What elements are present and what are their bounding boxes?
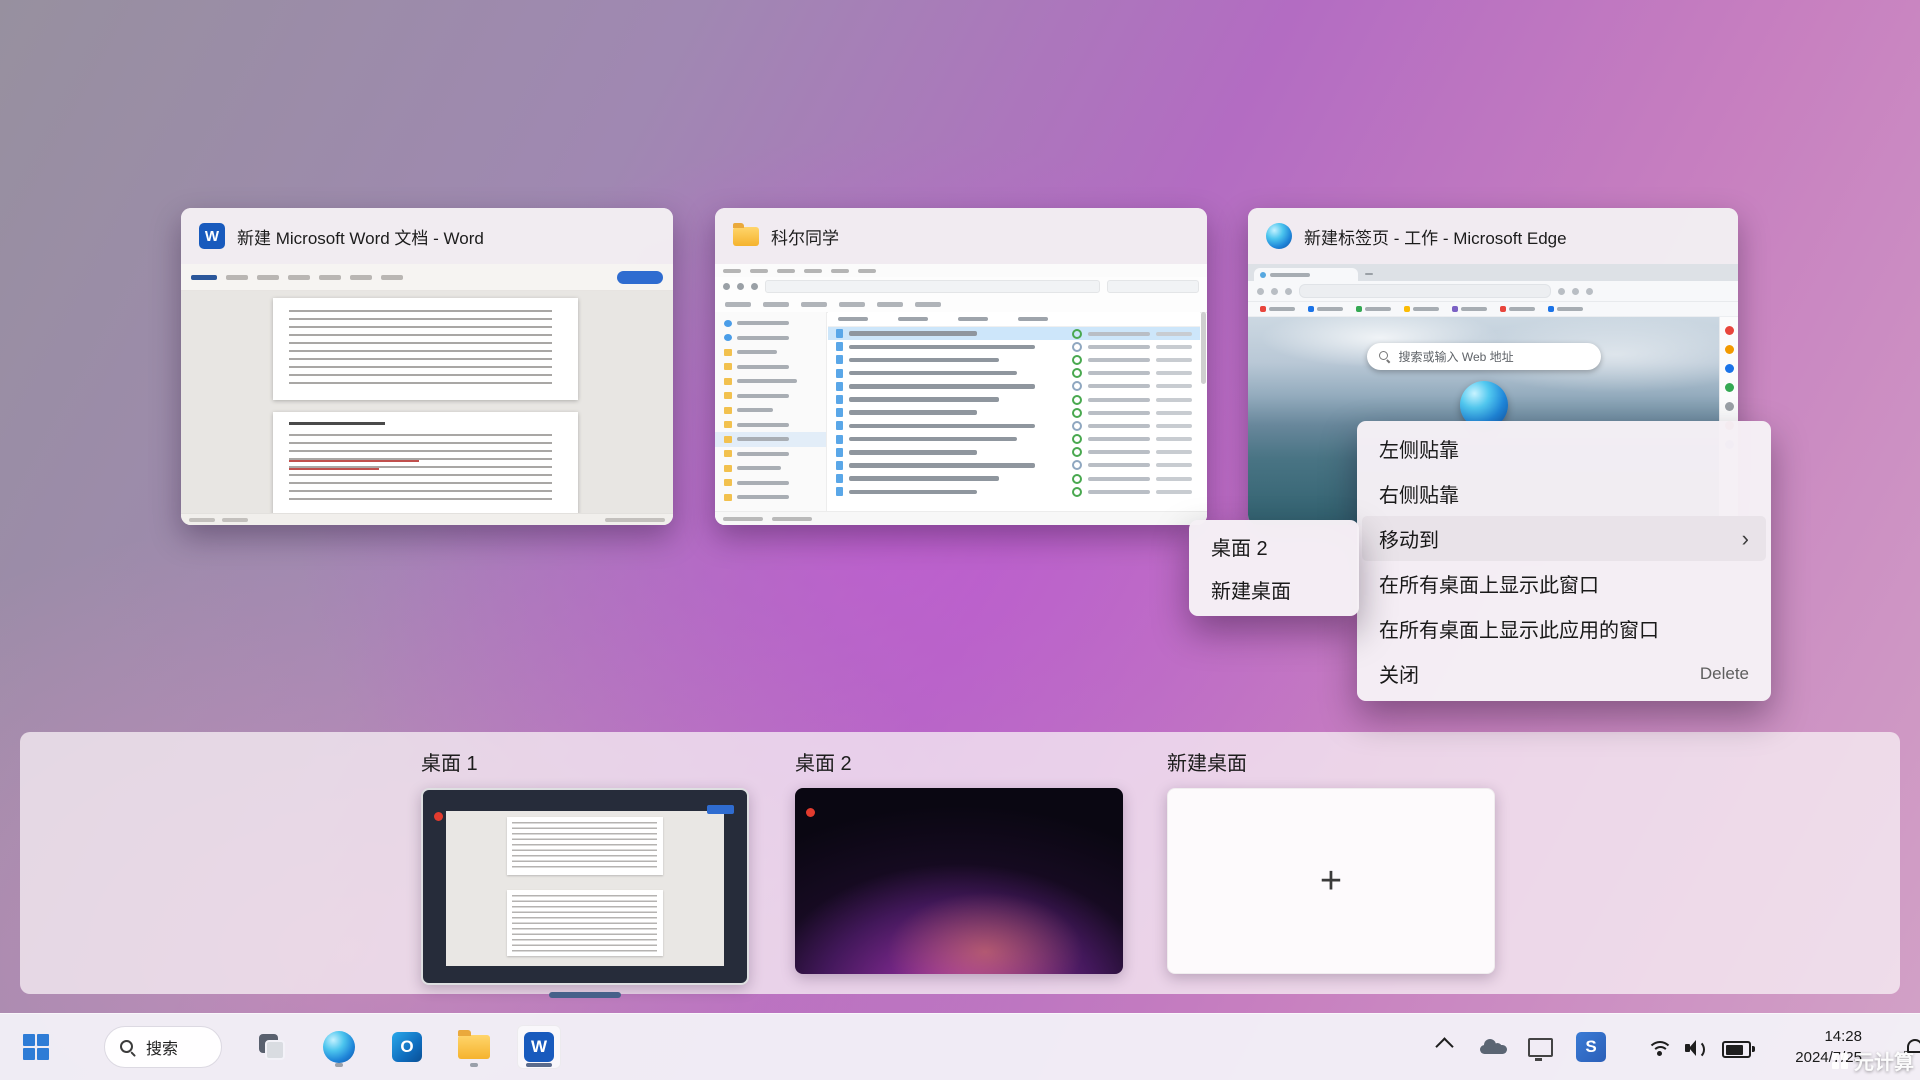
chevron-up-icon — [1435, 1037, 1453, 1055]
recording-dot-icon — [806, 808, 815, 817]
onedrive-tray-button[interactable] — [1480, 1040, 1507, 1054]
word-ribbon — [181, 264, 673, 291]
window-title-explorer: 科尔同学 — [771, 224, 839, 249]
explorer-file-list — [828, 312, 1200, 512]
menu-item-move-to[interactable]: 移动到› — [1362, 516, 1766, 561]
taskbar-word-button[interactable]: W — [517, 1025, 561, 1069]
taskbar-outlook-button[interactable]: O — [385, 1025, 429, 1069]
battery-button[interactable] — [1722, 1041, 1751, 1058]
task-view-button[interactable] — [250, 1025, 294, 1069]
explorer-command-bar — [715, 296, 1207, 313]
volume-icon — [1684, 1038, 1708, 1058]
search-icon — [1379, 351, 1391, 363]
sogou-input-button[interactable]: S — [1576, 1032, 1606, 1062]
window-card-word[interactable]: W 新建 Microsoft Word 文档 - Word — [181, 208, 673, 525]
tray-chevron-up-button[interactable] — [1438, 1040, 1451, 1053]
watermark-grid-icon — [1832, 1053, 1848, 1069]
explorer-address-bar — [715, 277, 1207, 297]
outlook-icon: O — [392, 1032, 422, 1062]
word-page-2 — [273, 412, 578, 515]
new-desktop-label: 新建桌面 — [1167, 747, 1247, 776]
desktop-1-label: 桌面 1 — [421, 747, 478, 776]
edge-toolbar — [1248, 281, 1738, 302]
edge-search-placeholder: 搜索或输入 Web 地址 — [1399, 348, 1514, 365]
watermark: 元计算 — [1832, 1046, 1914, 1075]
battery-icon — [1722, 1041, 1751, 1058]
recording-dot-icon — [434, 812, 443, 821]
desktop-2-thumbnail[interactable] — [795, 788, 1123, 974]
move-to-submenu: 桌面 2 新建桌面 — [1189, 520, 1359, 616]
explorer-file-row-selected — [828, 327, 1200, 340]
menu-item-show-on-all-desktops-app[interactable]: 在所有桌面上显示此应用的窗口 — [1362, 606, 1766, 651]
file-explorer-icon — [458, 1035, 490, 1059]
windows-logo-icon — [23, 1034, 49, 1060]
task-view-icon — [259, 1034, 285, 1060]
desktop-2-label: 桌面 2 — [795, 747, 852, 776]
search-label: 搜索 — [146, 1035, 178, 1059]
menu-item-show-on-all-desktops-window[interactable]: 在所有桌面上显示此窗口 — [1362, 561, 1766, 606]
watermark-text: 元计算 — [1854, 1046, 1914, 1075]
wifi-icon — [1646, 1038, 1672, 1058]
chevron-right-icon: › — [1742, 528, 1749, 550]
word-status-bar — [181, 513, 673, 525]
explorer-nav-pane — [715, 312, 827, 512]
desktop-1-share-button — [707, 805, 734, 814]
start-button[interactable] — [14, 1025, 58, 1069]
submenu-item-desktop-2[interactable]: 桌面 2 — [1194, 525, 1354, 568]
window-context-menu: 左侧贴靠 右侧贴靠 移动到› 在所有桌面上显示此窗口 在所有桌面上显示此应用的窗… — [1357, 421, 1771, 701]
word-share-button — [617, 271, 663, 284]
window-title-word: 新建 Microsoft Word 文档 - Word — [237, 224, 484, 249]
display-tray-button[interactable] — [1528, 1038, 1553, 1057]
clock-time: 14:28 — [1795, 1026, 1862, 1047]
active-desktop-indicator — [549, 992, 621, 998]
new-desktop-button[interactable]: + — [1167, 788, 1495, 974]
running-indicator — [470, 1063, 478, 1067]
sogou-icon: S — [1585, 1037, 1596, 1057]
volume-button[interactable] — [1684, 1038, 1708, 1058]
window-titlebar-word: W 新建 Microsoft Word 文档 - Word — [181, 208, 673, 264]
explorer-status-bar — [715, 511, 1207, 525]
edge-icon — [323, 1031, 355, 1063]
menu-item-snap-left[interactable]: 左侧贴靠 — [1362, 426, 1766, 471]
desktop-1-thumbnail[interactable] — [421, 788, 749, 985]
word-page-1 — [273, 298, 578, 400]
active-app-indicator — [526, 1063, 552, 1067]
window-card-explorer[interactable]: 科尔同学 — [715, 208, 1207, 525]
word-icon: W — [524, 1032, 554, 1062]
search-icon — [119, 1039, 136, 1056]
menu-item-snap-right[interactable]: 右侧贴靠 — [1362, 471, 1766, 516]
explorer-scrollbar — [1201, 312, 1206, 384]
edge-bookmarks-bar — [1248, 302, 1738, 317]
window-titlebar-edge: 新建标签页 - 工作 - Microsoft Edge — [1248, 208, 1738, 264]
taskbar: 搜索 O W S 14:28 2024/7/25 — [0, 1013, 1920, 1080]
menu-item-close[interactable]: 关闭Delete — [1362, 651, 1766, 696]
task-view-screen: W 新建 Microsoft Word 文档 - Word 科尔同学 — [0, 0, 1920, 1080]
word-window-thumbnail[interactable] — [181, 264, 673, 525]
edge-search-box[interactable]: 搜索或输入 Web 地址 — [1367, 343, 1601, 370]
folder-icon — [733, 227, 759, 246]
taskbar-file-explorer-button[interactable] — [452, 1025, 496, 1069]
running-indicator — [335, 1063, 343, 1067]
edge-app-icon — [1266, 223, 1292, 249]
word-app-icon: W — [199, 223, 225, 249]
edge-tab-strip — [1248, 264, 1738, 281]
onedrive-cloud-icon — [1480, 1040, 1507, 1054]
window-titlebar-explorer: 科尔同学 — [715, 208, 1207, 264]
explorer-menu-bar — [715, 264, 1207, 278]
plus-icon: + — [1320, 862, 1342, 900]
explorer-column-headers — [828, 312, 1200, 327]
window-title-edge: 新建标签页 - 工作 - Microsoft Edge — [1304, 224, 1567, 249]
taskbar-edge-button[interactable] — [317, 1025, 361, 1069]
wifi-button[interactable] — [1646, 1038, 1672, 1058]
display-icon — [1528, 1038, 1553, 1057]
submenu-item-new-desktop[interactable]: 新建桌面 — [1194, 568, 1354, 611]
explorer-window-thumbnail[interactable] — [715, 264, 1207, 525]
menu-shortcut-delete: Delete — [1700, 664, 1749, 684]
taskbar-search-button[interactable]: 搜索 — [104, 1026, 222, 1068]
